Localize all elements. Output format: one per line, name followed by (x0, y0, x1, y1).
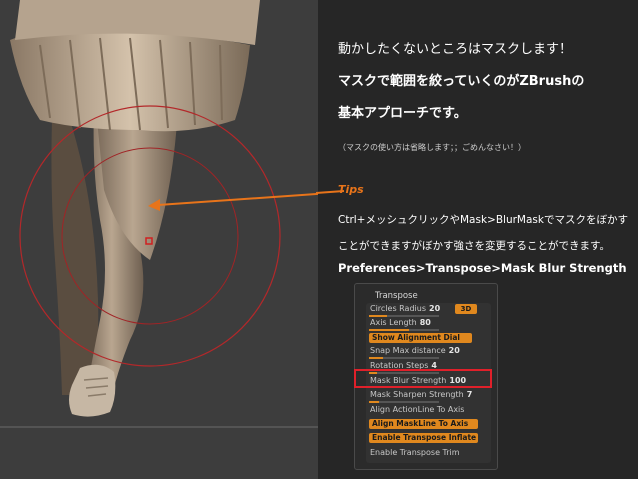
mask-blur-strength-highlight (354, 369, 492, 388)
tips-label: Tips (338, 183, 364, 196)
show-alignment-dial-button[interactable]: Show Alignment Dial (369, 333, 472, 343)
description-note: （マスクの使い方は省略します；；ごめんなさい！） (338, 143, 526, 152)
circles-radius-track[interactable] (369, 315, 439, 317)
snap-max-distance-value: 20 (448, 346, 460, 355)
back-leg (51, 120, 99, 395)
circles-radius-label: Circles Radius (370, 304, 426, 313)
description-line-4: Ctrl+メッシュクリックやMask>BlurMaskでマスクをぼかす (338, 214, 628, 226)
3d-toggle-button[interactable]: 3D (455, 304, 477, 314)
viewport-canvas (0, 0, 318, 428)
mask-sharpen-strength-track[interactable] (369, 401, 439, 403)
enable-transpose-inflate-button[interactable]: Enable Transpose Inflate (369, 433, 478, 443)
align-maskline-button[interactable]: Align MaskLine To Axis (369, 419, 478, 429)
enable-transpose-trim-button[interactable]: Enable Transpose Trim (370, 448, 460, 458)
mask-sharpen-strength-slider[interactable]: Mask Sharpen Strength 7 (370, 390, 472, 400)
description-line-2: マスクで範囲を絞っていくのがZBrushの (338, 74, 585, 89)
pointer-arrow-line (157, 192, 318, 206)
mask-sharpen-strength-label: Mask Sharpen Strength (370, 390, 464, 399)
circles-radius-slider[interactable]: Circles Radius 20 (370, 304, 440, 314)
snap-max-distance-label: Snap Max distance (370, 346, 446, 355)
description-line-5: ことができますがぼかす強さを変更することができます。 (338, 240, 610, 252)
axis-length-track[interactable] (369, 329, 439, 331)
circles-radius-value: 20 (429, 304, 441, 313)
axis-length-slider[interactable]: Axis Length 80 (370, 318, 431, 328)
description-line-3: 基本アプローチです。 (338, 106, 467, 121)
preferences-path: Preferences>Transpose>Mask Blur Strength (338, 261, 627, 275)
axis-length-value: 80 (419, 318, 431, 327)
snap-max-distance-track[interactable] (369, 357, 439, 359)
snap-max-distance-slider[interactable]: Snap Max distance 20 (370, 346, 460, 356)
align-actionline-button[interactable]: Align ActionLine To Axis (370, 405, 464, 415)
zbrush-viewport[interactable] (0, 0, 318, 479)
panel-title[interactable]: Transpose (375, 291, 418, 301)
description-line-1: 動かしたくないところはマスクします！ (338, 42, 573, 57)
mask-sharpen-strength-value: 7 (466, 390, 473, 399)
axis-length-label: Axis Length (370, 318, 417, 327)
